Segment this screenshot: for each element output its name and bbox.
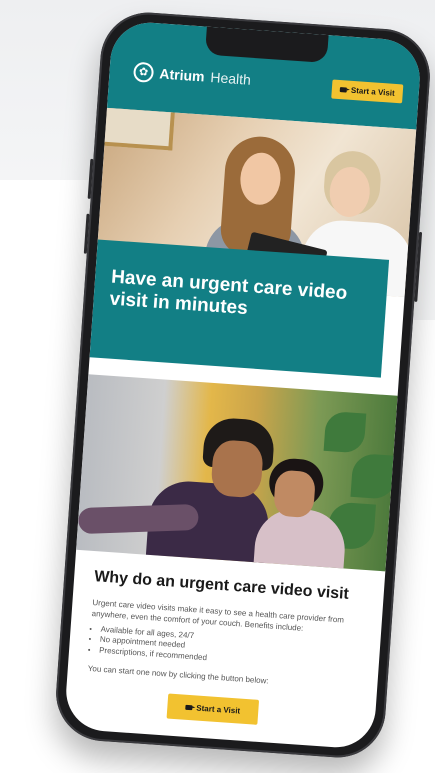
brand-name-bold: Atrium xyxy=(158,65,206,85)
person-woman-face xyxy=(272,469,317,519)
start-visit-button-header[interactable]: Start a Visit xyxy=(331,79,404,104)
start-visit-label: Start a Visit xyxy=(350,85,396,98)
hero-title: Have an urgent care video visit in minut… xyxy=(108,266,348,319)
phone-device: ✿ Atrium Health Start a Visit Have an urg… xyxy=(52,9,434,761)
plant-leaf xyxy=(350,452,398,500)
content-section: Why do an urgent care video visit Urgent… xyxy=(87,568,375,725)
tree-icon: ✿ xyxy=(132,61,155,83)
video-camera-icon xyxy=(185,704,193,711)
person-arm xyxy=(77,503,199,535)
person-man-face xyxy=(210,439,265,499)
phone-screen: ✿ Atrium Health Start a Visit Have an urg… xyxy=(63,20,423,750)
picture-frame xyxy=(104,107,175,151)
phone-volume-button-2 xyxy=(83,213,90,254)
video-camera-icon xyxy=(339,87,348,93)
brand-name-light: Health xyxy=(209,69,252,88)
brand-logo[interactable]: ✿ Atrium Health xyxy=(132,61,252,90)
start-visit-label: Start a Visit xyxy=(196,703,241,716)
hero-card: Have an urgent care video visit in minut… xyxy=(89,239,390,378)
start-visit-button-bottom[interactable]: Start a Visit xyxy=(166,693,259,725)
section-heading: Why do an urgent care video visit xyxy=(93,568,350,603)
plant-leaf xyxy=(323,410,367,454)
couple-photo xyxy=(76,374,398,572)
